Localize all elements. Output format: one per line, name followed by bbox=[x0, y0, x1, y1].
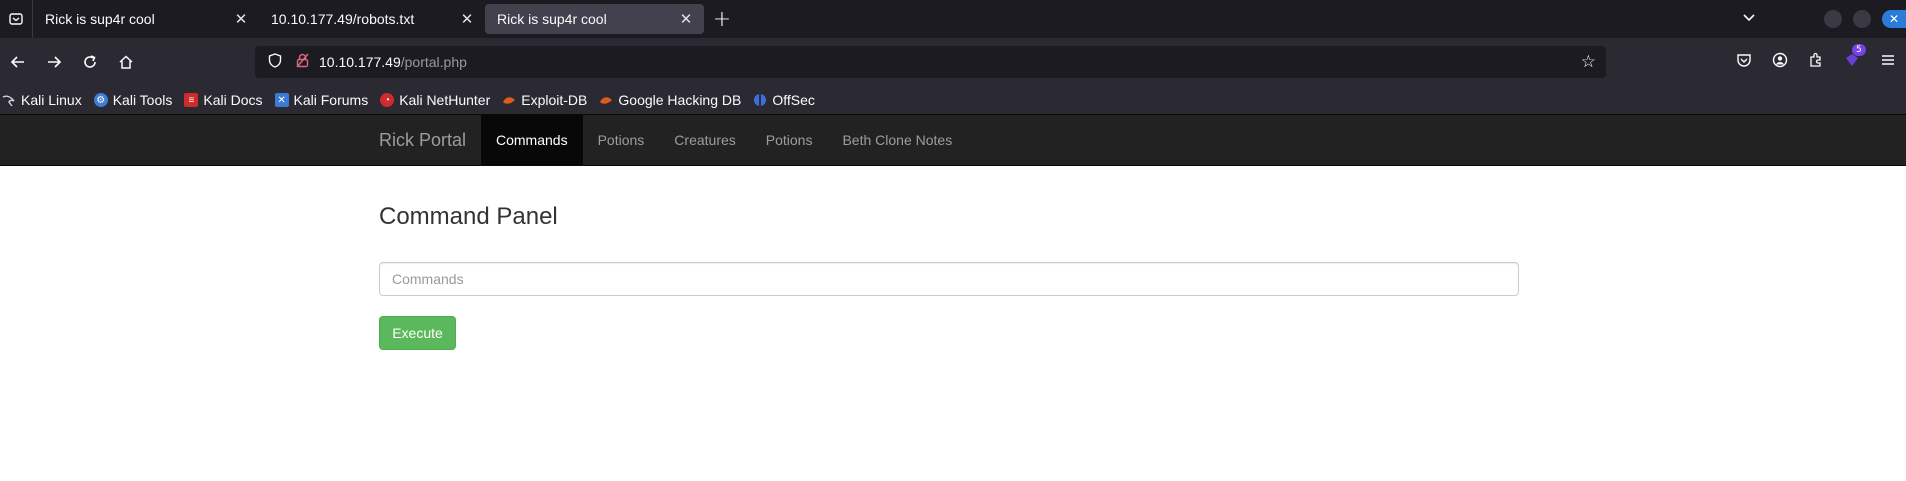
tab-title: 10.10.177.49/robots.txt bbox=[271, 11, 415, 27]
toolbar-right: 5 bbox=[1726, 38, 1906, 86]
list-all-tabs-icon[interactable] bbox=[1734, 11, 1764, 27]
bookmark-label: Google Hacking DB bbox=[618, 92, 742, 108]
extension-badge: 5 bbox=[1852, 44, 1866, 56]
close-tab-icon[interactable]: ✕ bbox=[678, 11, 694, 28]
maximize-button[interactable] bbox=[1853, 10, 1871, 28]
url-host: 10.10.177.49 bbox=[319, 54, 401, 70]
account-icon[interactable] bbox=[1762, 52, 1798, 72]
bookmark-kali-linux[interactable]: Kali Linux bbox=[2, 92, 82, 108]
tab-2[interactable]: 10.10.177.49/robots.txt ✕ bbox=[259, 0, 485, 38]
page-title: Command Panel bbox=[379, 203, 558, 230]
bookmark-label: Kali NetHunter bbox=[399, 92, 491, 108]
kali-docs-icon: ≡ bbox=[184, 93, 199, 107]
close-tab-icon[interactable]: ✕ bbox=[233, 11, 249, 28]
nav-commands[interactable]: Commands bbox=[481, 115, 583, 165]
tab-title: Rick is sup4r cool bbox=[497, 11, 607, 27]
bookmark-exploit-db[interactable]: Exploit-DB bbox=[502, 92, 587, 108]
nav-potions[interactable]: Potions bbox=[583, 115, 660, 165]
bookmark-star-icon[interactable]: ☆ bbox=[1581, 52, 1596, 72]
commands-input[interactable] bbox=[379, 262, 1519, 296]
tab-strip: Rick is sup4r cool ✕ 10.10.177.49/robots… bbox=[0, 0, 1906, 38]
close-tab-icon[interactable]: ✕ bbox=[459, 11, 475, 28]
bookmark-label: Kali Forums bbox=[293, 92, 369, 108]
nav-toolbar: 10.10.177.49/portal.php ☆ 5 bbox=[0, 38, 1906, 86]
extensions-icon[interactable] bbox=[1798, 52, 1834, 72]
bookmark-label: Kali Linux bbox=[21, 92, 82, 108]
reload-icon[interactable] bbox=[72, 44, 108, 80]
execute-button[interactable]: Execute bbox=[379, 316, 456, 350]
tab-1[interactable]: Rick is sup4r cool ✕ bbox=[33, 0, 259, 38]
tab-list-icon[interactable] bbox=[0, 0, 32, 38]
nav-creatures[interactable]: Creatures bbox=[659, 115, 750, 165]
exploit-db-icon bbox=[502, 93, 516, 107]
bookmark-label: Kali Tools bbox=[112, 92, 173, 108]
nav-beth-clone-notes[interactable]: Beth Clone Notes bbox=[827, 115, 967, 165]
bookmark-kali-forums[interactable]: ✕ Kali Forums bbox=[274, 92, 369, 108]
kali-forums-icon: ✕ bbox=[274, 93, 289, 107]
shield-icon[interactable] bbox=[263, 52, 287, 72]
offsec-icon bbox=[753, 93, 767, 107]
extension-icon[interactable]: 5 bbox=[1834, 44, 1870, 72]
insecure-lock-icon[interactable] bbox=[291, 53, 313, 72]
bookmark-label: OffSec bbox=[772, 92, 815, 108]
home-icon[interactable] bbox=[108, 44, 144, 80]
back-icon[interactable] bbox=[0, 44, 36, 80]
kali-tools-icon: ⚙ bbox=[93, 93, 108, 107]
minimize-button[interactable] bbox=[1824, 10, 1842, 28]
bookmarks-bar: Kali Linux ⚙ Kali Tools ≡ Kali Docs ✕ Ka… bbox=[0, 86, 1906, 114]
kali-dragon-icon bbox=[2, 93, 16, 107]
site-navbar: Rick Portal Commands Potions Creatures P… bbox=[0, 114, 1906, 166]
bookmark-label: Exploit-DB bbox=[521, 92, 588, 108]
pocket-icon[interactable] bbox=[1726, 53, 1762, 72]
tab-3-active[interactable]: Rick is sup4r cool ✕ bbox=[485, 4, 704, 34]
ghdb-icon bbox=[599, 93, 613, 107]
bookmark-kali-docs[interactable]: ≡ Kali Docs bbox=[184, 92, 263, 108]
url-bar[interactable]: 10.10.177.49/portal.php ☆ bbox=[255, 46, 1606, 78]
bookmark-google-hacking-db[interactable]: Google Hacking DB bbox=[599, 92, 741, 108]
site-brand[interactable]: Rick Portal bbox=[379, 115, 466, 165]
menu-icon[interactable] bbox=[1870, 53, 1906, 71]
site-nav-links: Commands Potions Creatures Potions Beth … bbox=[481, 115, 967, 165]
bookmark-offsec[interactable]: OffSec bbox=[753, 92, 815, 108]
new-tab-icon[interactable]: + bbox=[704, 0, 740, 38]
nethunter-icon: ◔ bbox=[380, 93, 395, 107]
window-controls: ✕ bbox=[1734, 0, 1906, 38]
bookmark-kali-nethunter[interactable]: ◔ Kali NetHunter bbox=[380, 92, 490, 108]
bookmark-kali-tools[interactable]: ⚙ Kali Tools bbox=[93, 92, 173, 108]
nav-potions-2[interactable]: Potions bbox=[751, 115, 828, 165]
forward-icon[interactable] bbox=[36, 44, 72, 80]
bookmark-label: Kali Docs bbox=[203, 92, 263, 108]
tab-title: Rick is sup4r cool bbox=[45, 11, 155, 27]
close-window-button[interactable]: ✕ bbox=[1882, 10, 1906, 28]
url-path: /portal.php bbox=[400, 54, 467, 70]
